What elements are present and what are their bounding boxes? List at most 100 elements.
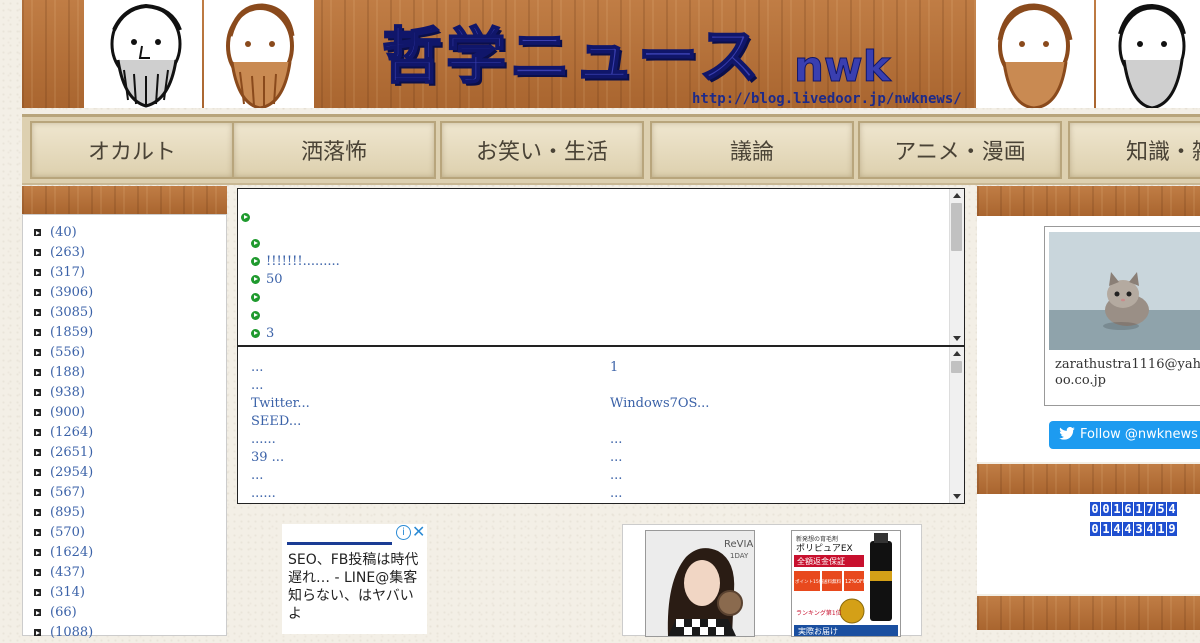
link-item[interactable]: Twitter... bbox=[251, 396, 310, 411]
link-item[interactable]: ... bbox=[251, 468, 263, 483]
feed-row[interactable]: 3 bbox=[251, 325, 274, 343]
link-item[interactable]: ... bbox=[610, 468, 622, 483]
bullet-arrow-icon bbox=[34, 389, 41, 396]
counter-digit: 3 bbox=[1134, 522, 1144, 536]
category-item[interactable]: (1859) bbox=[31, 323, 226, 343]
category-item[interactable]: (314) bbox=[31, 583, 226, 603]
text-ad[interactable]: i ✕ SEO、FB投稿は時代遅れ… - LINE@集客知らない、はヤバいよ bbox=[282, 522, 427, 634]
category-item[interactable]: (567) bbox=[31, 483, 226, 503]
green-arrow-icon bbox=[251, 311, 260, 320]
scroll-up-arrow-icon[interactable] bbox=[953, 193, 961, 198]
contact-lens-ad-image[interactable]: ReVIA 1DAY bbox=[645, 530, 755, 637]
link-item[interactable]: ... bbox=[610, 450, 622, 465]
link-item[interactable]: ... bbox=[251, 378, 263, 393]
feed-row[interactable] bbox=[251, 289, 266, 307]
green-arrow-icon bbox=[251, 293, 260, 302]
ad-text[interactable]: SEO、FB投稿は時代遅れ… - LINE@集客知らない、はヤバいよ bbox=[288, 551, 424, 623]
site-subtitle: nwk bbox=[794, 42, 892, 92]
category-item[interactable]: (188) bbox=[31, 363, 226, 383]
category-item[interactable]: (895) bbox=[31, 503, 226, 523]
product-name: ポリピュアEX bbox=[796, 543, 853, 554]
profile-email[interactable]: zarathustra1116@yahoo.co.jp bbox=[1055, 357, 1200, 389]
nav-item-occult[interactable]: オカルト bbox=[30, 121, 234, 179]
badge-shipping: 送料無料 bbox=[823, 578, 841, 585]
twitter-bird-icon bbox=[1059, 426, 1075, 440]
category-item[interactable]: (1264) bbox=[31, 423, 226, 443]
links-scrollbar[interactable] bbox=[949, 347, 964, 503]
twitter-follow-button[interactable]: Follow @nwknews bbox=[1049, 421, 1200, 449]
right-sidebar-header-1 bbox=[977, 186, 1200, 216]
ad-close-icon[interactable]: ✕ bbox=[412, 522, 425, 541]
links-panel: ... ... Twitter... SEED... ...... 39 ...… bbox=[237, 346, 965, 504]
links-column-left: ... ... Twitter... SEED... ...... 39 ...… bbox=[251, 359, 310, 503]
link-item[interactable]: ... bbox=[610, 432, 622, 447]
ad-info-icon[interactable]: i bbox=[396, 525, 411, 540]
category-item[interactable]: (1088) bbox=[31, 623, 226, 643]
scroll-thumb[interactable] bbox=[951, 361, 962, 373]
scroll-down-arrow-icon[interactable] bbox=[953, 336, 961, 341]
category-item[interactable]: (66) bbox=[31, 603, 226, 623]
counter-digit: 7 bbox=[1145, 502, 1155, 516]
category-item[interactable]: (3085) bbox=[31, 303, 226, 323]
category-item[interactable]: (40) bbox=[31, 223, 226, 243]
product-bottom-text: 実際お届け bbox=[798, 626, 838, 636]
right-sidebar-header-3 bbox=[977, 596, 1200, 630]
bullet-arrow-icon bbox=[34, 289, 41, 296]
bullet-arrow-icon bbox=[34, 269, 41, 276]
bullet-arrow-icon bbox=[34, 249, 41, 256]
nav-item-debate[interactable]: 議論 bbox=[650, 121, 854, 179]
feed-scrollbar[interactable] bbox=[949, 189, 964, 345]
feed-row[interactable] bbox=[251, 307, 266, 325]
category-item[interactable]: (570) bbox=[31, 523, 226, 543]
philosopher-portrait-4 bbox=[1096, 0, 1200, 108]
site-header: 哲学ニュース nwk http://blog.livedoor.jp/nwkne… bbox=[22, 0, 1200, 108]
category-item[interactable]: (437) bbox=[31, 563, 226, 583]
philosopher-portrait-1 bbox=[84, 0, 202, 108]
nav-item-anime-manga[interactable]: アニメ・漫画 bbox=[858, 121, 1062, 179]
link-item[interactable]: ...... bbox=[251, 432, 276, 447]
link-item[interactable]: 39 ... bbox=[251, 450, 284, 465]
site-title[interactable]: 哲学ニュース bbox=[381, 8, 763, 95]
link-item[interactable]: SEED... bbox=[251, 414, 301, 429]
feed-row[interactable] bbox=[251, 235, 266, 253]
counter-digit: 0 bbox=[1101, 502, 1111, 516]
hair-product-ad-image[interactable]: 新発想の育毛剤 ポリピュアEX 全額返金保証 ポイント15倍 送料無料 12%O… bbox=[791, 530, 901, 637]
scroll-thumb[interactable] bbox=[951, 203, 962, 251]
ad-accent-bar bbox=[287, 542, 392, 545]
bullet-arrow-icon bbox=[34, 529, 41, 536]
link-item[interactable]: ... bbox=[251, 360, 263, 375]
category-item[interactable]: (1624) bbox=[31, 543, 226, 563]
bullet-arrow-icon bbox=[34, 569, 41, 576]
category-item[interactable]: (900) bbox=[31, 403, 226, 423]
scroll-down-arrow-icon[interactable] bbox=[953, 494, 961, 499]
link-item[interactable]: 1 bbox=[610, 360, 618, 375]
feed-row[interactable]: !!!!!!!......... bbox=[251, 253, 340, 271]
scroll-up-arrow-icon[interactable] bbox=[953, 351, 961, 356]
revia-brand: ReVIA bbox=[724, 539, 753, 550]
nav-item-sharekowa[interactable]: 洒落怖 bbox=[232, 121, 436, 179]
bullet-arrow-icon bbox=[34, 549, 41, 556]
site-url[interactable]: http://blog.livedoor.jp/nwknews/ bbox=[692, 91, 962, 107]
product-ad[interactable]: ReVIA 1DAY 新発想の育毛剤 ポリピュアEX 全額返金保証 ポイント15… bbox=[622, 524, 922, 637]
philosopher-portrait-2 bbox=[204, 0, 314, 108]
category-item[interactable]: (317) bbox=[31, 263, 226, 283]
feed-row[interactable]: 50 bbox=[251, 271, 283, 289]
bullet-arrow-icon bbox=[34, 449, 41, 456]
category-item[interactable]: (938) bbox=[31, 383, 226, 403]
feed-row[interactable] bbox=[241, 209, 256, 227]
category-item[interactable]: (3906) bbox=[31, 283, 226, 303]
category-item[interactable]: (2954) bbox=[31, 463, 226, 483]
category-nav: オカルト 洒落怖 お笑い・生活 議論 アニメ・漫画 知識・雑 bbox=[22, 114, 1200, 185]
counter-digit: 1 bbox=[1156, 522, 1166, 536]
category-list-box: (40) (263) (317) (3906) (3085) (1859) (5… bbox=[22, 214, 227, 640]
link-item[interactable]: ... bbox=[610, 486, 622, 501]
category-item[interactable]: (2651) bbox=[31, 443, 226, 463]
category-item[interactable]: (556) bbox=[31, 343, 226, 363]
link-item[interactable]: Windows7OS... bbox=[610, 396, 709, 411]
green-arrow-icon bbox=[241, 213, 250, 222]
nav-item-comedy-life[interactable]: お笑い・生活 bbox=[440, 121, 644, 179]
product-guarantee: 全額返金保証 bbox=[797, 556, 845, 566]
link-item[interactable]: ...... bbox=[251, 486, 276, 501]
nav-item-knowledge[interactable]: 知識・雑 bbox=[1068, 121, 1200, 179]
category-item[interactable]: (263) bbox=[31, 243, 226, 263]
